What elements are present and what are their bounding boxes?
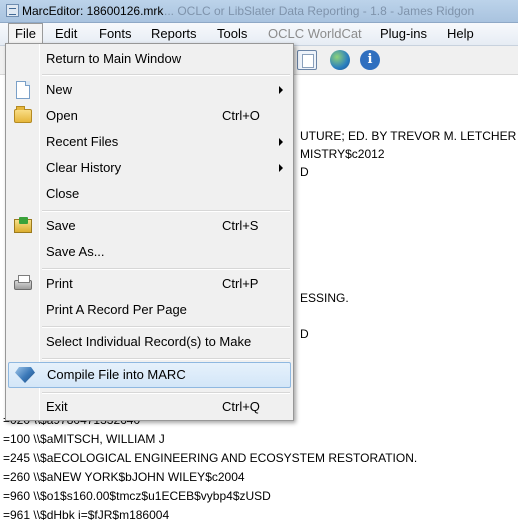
window-title: MarcEditor: 18600126.mrk (22, 4, 164, 18)
record-line: =245 \\$aECOLOGICAL ENGINEERING AND ECOS… (3, 451, 418, 465)
record-line-fragment: UTURE; ED. BY TREVOR M. LETCHER (300, 129, 517, 143)
record-line-fragment: D (300, 165, 309, 179)
compile-gem-icon (15, 367, 35, 383)
record-line: =961 \\$dHbk i=$fJR$m186004 (3, 508, 170, 522)
record-line: =960 \\$o1$s160.00$tmcz$u1ECEB$vybp4$zUS… (3, 489, 271, 503)
info-icon[interactable]: i (360, 50, 380, 70)
menu-separator (42, 326, 290, 328)
record-line: =100 \\$aMITSCH, WILLIAM J (3, 432, 165, 446)
background-window-title: ... OCLC or LibSlater Data Reporting - 1… (164, 4, 475, 18)
menu-item-return-to-main-window[interactable]: Return to Main Window (8, 47, 291, 71)
menu-item-clear-history[interactable]: Clear History (8, 156, 291, 180)
folder-open-icon (14, 106, 32, 123)
file-menu-dropdown: Return to Main Window New Open Ctrl+O Re… (5, 43, 294, 421)
menu-item-compile-file-into-marc[interactable]: Compile File into MARC (8, 362, 291, 388)
app-icon (6, 4, 19, 17)
menu-item-save-as[interactable]: Save As... (8, 240, 291, 264)
menu-item-recent-files[interactable]: Recent Files (8, 130, 291, 154)
submenu-arrow-icon (279, 86, 283, 94)
printer-icon (14, 275, 32, 290)
record-line: =260 \\$aNEW YORK$bJOHN WILEY$c2004 (3, 470, 245, 484)
menu-item-close[interactable]: Close (8, 182, 291, 206)
menu-oclc-worldcat: OCLC WorldCat (268, 26, 362, 41)
menu-item-exit[interactable]: Exit Ctrl+Q (8, 395, 291, 419)
document-icon[interactable] (297, 50, 317, 70)
menu-item-print[interactable]: Print Ctrl+P (8, 272, 291, 296)
globe-icon[interactable] (330, 50, 350, 70)
record-line-fragment: ESSING. (300, 291, 349, 305)
menu-separator (42, 268, 290, 270)
record-line-fragment: MISTRY$c2012 (300, 147, 385, 161)
menu-tools[interactable]: Tools (211, 23, 253, 45)
menu-file[interactable]: File (8, 23, 43, 45)
menu-plugins[interactable]: Plug-ins (374, 23, 433, 45)
menu-fonts[interactable]: Fonts (93, 23, 138, 45)
submenu-arrow-icon (279, 138, 283, 146)
menu-separator (42, 392, 290, 394)
menu-item-save[interactable]: Save Ctrl+S (8, 214, 291, 238)
menu-reports[interactable]: Reports (145, 23, 203, 45)
submenu-arrow-icon (279, 164, 283, 172)
menu-edit[interactable]: Edit (49, 23, 83, 45)
menu-separator (42, 358, 290, 360)
menu-item-new[interactable]: New (8, 78, 291, 102)
menu-help[interactable]: Help (441, 23, 480, 45)
menu-item-open[interactable]: Open Ctrl+O (8, 104, 291, 128)
new-document-icon (16, 81, 30, 99)
menu-item-select-individual-records[interactable]: Select Individual Record(s) to Make (8, 330, 291, 354)
record-line-fragment: D (300, 327, 309, 341)
save-icon (14, 217, 32, 233)
title-bar: MarcEditor: 18600126.mrk ... OCLC or Lib… (0, 0, 518, 23)
menu-item-print-record-per-page[interactable]: Print A Record Per Page (8, 298, 291, 322)
menu-separator (42, 210, 290, 212)
menu-separator (42, 74, 290, 76)
